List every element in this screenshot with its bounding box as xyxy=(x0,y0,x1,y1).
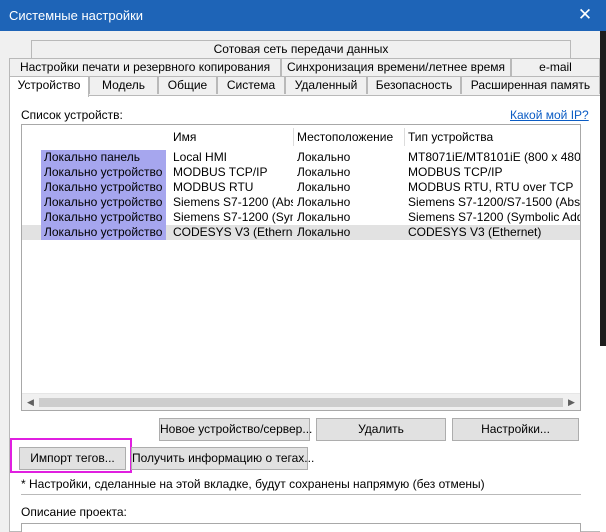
device-list[interactable]: Имя Местоположение Тип устройства Локаль… xyxy=(21,124,581,411)
device-location: Локально xyxy=(297,210,351,224)
device-id: Локально устройство 4 xyxy=(41,165,166,180)
project-description-field[interactable] xyxy=(21,523,581,532)
device-location: Локально xyxy=(297,180,351,194)
device-location: Локально xyxy=(297,150,351,164)
new-device-button[interactable]: Новое устройство/сервер... xyxy=(159,418,312,441)
device-row[interactable]: Локально устройство 5 Siemens S7-1200 (A… xyxy=(22,195,580,210)
delete-button[interactable]: Удалить xyxy=(316,418,446,441)
import-tags-button[interactable]: Импорт тегов... xyxy=(19,447,126,470)
arrow-right-icon[interactable]: ▶ xyxy=(563,394,580,410)
device-type: MODBUS TCP/IP xyxy=(408,165,503,179)
device-location: Локально xyxy=(297,225,351,239)
device-type: MODBUS RTU, RTU over TCP xyxy=(408,180,574,194)
device-row[interactable]: Локально панель Local HMI Локально MT807… xyxy=(22,150,580,165)
device-tab-panel: Список устройств: Какой мой IP? Имя Мест… xyxy=(9,95,600,532)
device-location: Локально xyxy=(297,195,351,209)
column-header-name[interactable]: Имя xyxy=(169,128,293,146)
device-row-selected[interactable]: Локально устройство 7 CODESYS V3 (Ethern… xyxy=(22,225,580,240)
horizontal-scrollbar[interactable]: ◀ ▶ xyxy=(22,393,580,410)
device-id: Локально панель xyxy=(41,150,166,165)
device-type: Siemens S7-1200/S7-1500 (Absolute xyxy=(408,195,580,209)
tab-general[interactable]: Общие xyxy=(158,76,217,94)
device-name: Local HMI xyxy=(173,150,228,164)
device-id: Локально устройство 2 xyxy=(41,180,166,195)
tab-time-sync[interactable]: Синхронизация времени/летнее время xyxy=(281,58,511,76)
arrow-left-icon[interactable]: ◀ xyxy=(22,394,39,410)
tab-extended-memory[interactable]: Расширенная память xyxy=(461,76,600,94)
tag-info-button[interactable]: Получить информацию о тегах... xyxy=(131,447,314,470)
scrollbar-thumb[interactable] xyxy=(39,398,563,407)
divider xyxy=(21,494,581,495)
settings-note: * Настройки, сделанные на этой вкладке, … xyxy=(21,477,485,491)
column-header-location[interactable]: Местоположение xyxy=(293,128,404,146)
tab-remote[interactable]: Удаленный xyxy=(285,76,367,94)
background-scrollbar-thumb xyxy=(600,31,606,346)
background-window-edge xyxy=(600,31,606,532)
device-name: Siemens S7-1200 (Abs) xyxy=(173,195,293,209)
device-name: CODESYS V3 (Ethernet) xyxy=(173,225,293,239)
tab-print-backup[interactable]: Настройки печати и резервного копировани… xyxy=(9,58,281,76)
column-header-type[interactable]: Тип устройства xyxy=(404,128,580,146)
device-id: Локально устройство 7 xyxy=(41,225,166,240)
device-type: Siemens S7-1200 (Symbolic Addressi xyxy=(408,210,580,224)
close-icon[interactable]: ✕ xyxy=(576,5,594,25)
window-titlebar: Системные настройки ✕ xyxy=(0,0,606,31)
my-ip-link[interactable]: Какой мой IP? xyxy=(510,108,589,122)
device-row[interactable]: Локально устройство 4 MODBUS TCP/IP Лока… xyxy=(22,165,580,180)
device-name: Siemens S7-1200 (Symb) xyxy=(173,210,293,224)
project-description-label: Описание проекта: xyxy=(21,505,127,519)
tab-cellular[interactable]: Сотовая сеть передачи данных xyxy=(31,40,571,58)
window-title: Системные настройки xyxy=(9,8,144,23)
settings-button[interactable]: Настройки... xyxy=(452,418,579,441)
device-name: MODBUS RTU xyxy=(173,180,254,194)
device-row[interactable]: Локально устройство 2 MODBUS RTU Локальн… xyxy=(22,180,580,195)
device-row[interactable]: Локально устройство 6 Siemens S7-1200 (S… xyxy=(22,210,580,225)
device-type: MT8071iE/MT8101iE (800 x 480) xyxy=(408,150,580,164)
device-list-label: Список устройств: xyxy=(21,108,123,122)
device-id: Локально устройство 6 xyxy=(41,210,166,225)
tab-email[interactable]: e-mail xyxy=(511,58,600,76)
device-type: CODESYS V3 (Ethernet) xyxy=(408,225,542,239)
device-id: Локально устройство 5 xyxy=(41,195,166,210)
tab-security[interactable]: Безопасность xyxy=(367,76,461,94)
device-location: Локально xyxy=(297,165,351,179)
tab-system[interactable]: Система xyxy=(217,76,285,94)
tab-device[interactable]: Устройство xyxy=(9,76,89,97)
device-name: MODBUS TCP/IP xyxy=(173,165,268,179)
tab-model[interactable]: Модель xyxy=(89,76,158,94)
